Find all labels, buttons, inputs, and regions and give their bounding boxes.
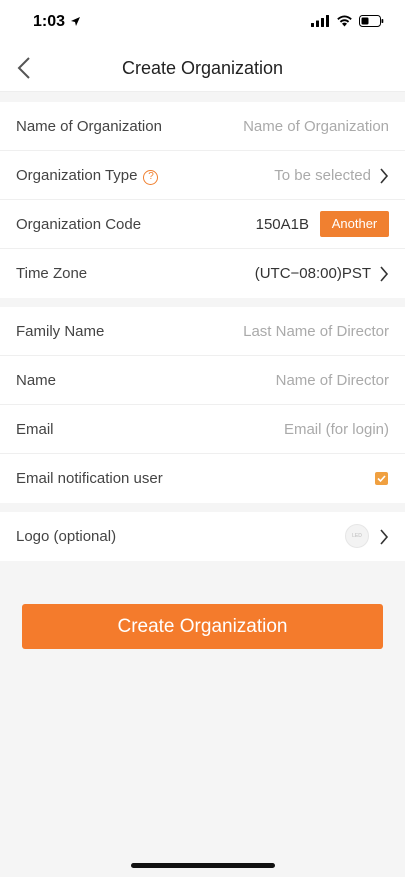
organization-type-label: Organization Type? [16, 167, 159, 185]
organization-code-label: Organization Code [16, 216, 142, 233]
email-input[interactable]: Email (for login) [284, 421, 389, 438]
family-name-input[interactable]: Last Name of Director [243, 323, 389, 340]
organization-name-row[interactable]: Name of Organization Name of Organizatio… [0, 102, 405, 151]
organization-code-row: Organization Code 150A1B Another [0, 200, 405, 249]
wifi-icon [337, 15, 352, 27]
nav-bar: Create Organization [0, 44, 405, 92]
status-bar: 1:03 [0, 0, 405, 44]
email-notification-row[interactable]: Email notification user [0, 454, 405, 503]
logo-row[interactable]: Logo (optional) LED [0, 512, 405, 561]
organization-type-value[interactable]: To be selected [274, 167, 371, 184]
email-notification-label: Email notification user [16, 470, 163, 487]
time-zone-row[interactable]: Time Zone (UTC−08:00)PST [0, 249, 405, 298]
chevron-right-icon [380, 168, 389, 184]
home-indicator [131, 863, 275, 868]
page-title: Create Organization [121, 58, 284, 78]
battery-icon [359, 15, 384, 27]
email-label: Email [16, 421, 54, 438]
director-section: Family Name Last Name of Director Name N… [0, 307, 405, 503]
time-zone-label: Time Zone [16, 265, 88, 282]
director-name-row[interactable]: Name Name of Director [0, 356, 405, 405]
logo-section: Logo (optional) LED [0, 512, 405, 561]
checkmark-icon [377, 475, 386, 483]
chevron-right-icon [380, 266, 389, 282]
organization-type-label-text: Organization Type [16, 167, 138, 184]
help-icon[interactable]: ? [143, 170, 159, 185]
another-code-button[interactable]: Another [320, 211, 389, 237]
time-zone-value[interactable]: (UTC−08:00)PST [255, 265, 371, 282]
chevron-right-icon [380, 529, 389, 545]
logo-thumbnail: LED [345, 524, 369, 548]
email-row[interactable]: Email Email (for login) [0, 405, 405, 454]
create-organization-button[interactable]: Create Organization [22, 604, 383, 649]
organization-code-value: 150A1B [255, 216, 309, 233]
location-arrow-icon [71, 17, 80, 26]
director-name-input[interactable]: Name of Director [276, 372, 389, 389]
director-name-label: Name [16, 372, 57, 389]
organization-section: Name of Organization Name of Organizatio… [0, 102, 405, 298]
family-name-row[interactable]: Family Name Last Name of Director [0, 307, 405, 356]
family-name-label: Family Name [16, 323, 105, 340]
organization-name-input[interactable]: Name of Organization [243, 118, 389, 135]
status-time: 1:03 [33, 13, 66, 30]
email-notification-checkbox[interactable] [375, 472, 388, 485]
organization-type-row[interactable]: Organization Type? To be selected [0, 151, 405, 200]
cellular-signal-icon [311, 15, 329, 27]
logo-label: Logo (optional) [16, 528, 117, 545]
organization-name-label: Name of Organization [16, 118, 162, 135]
